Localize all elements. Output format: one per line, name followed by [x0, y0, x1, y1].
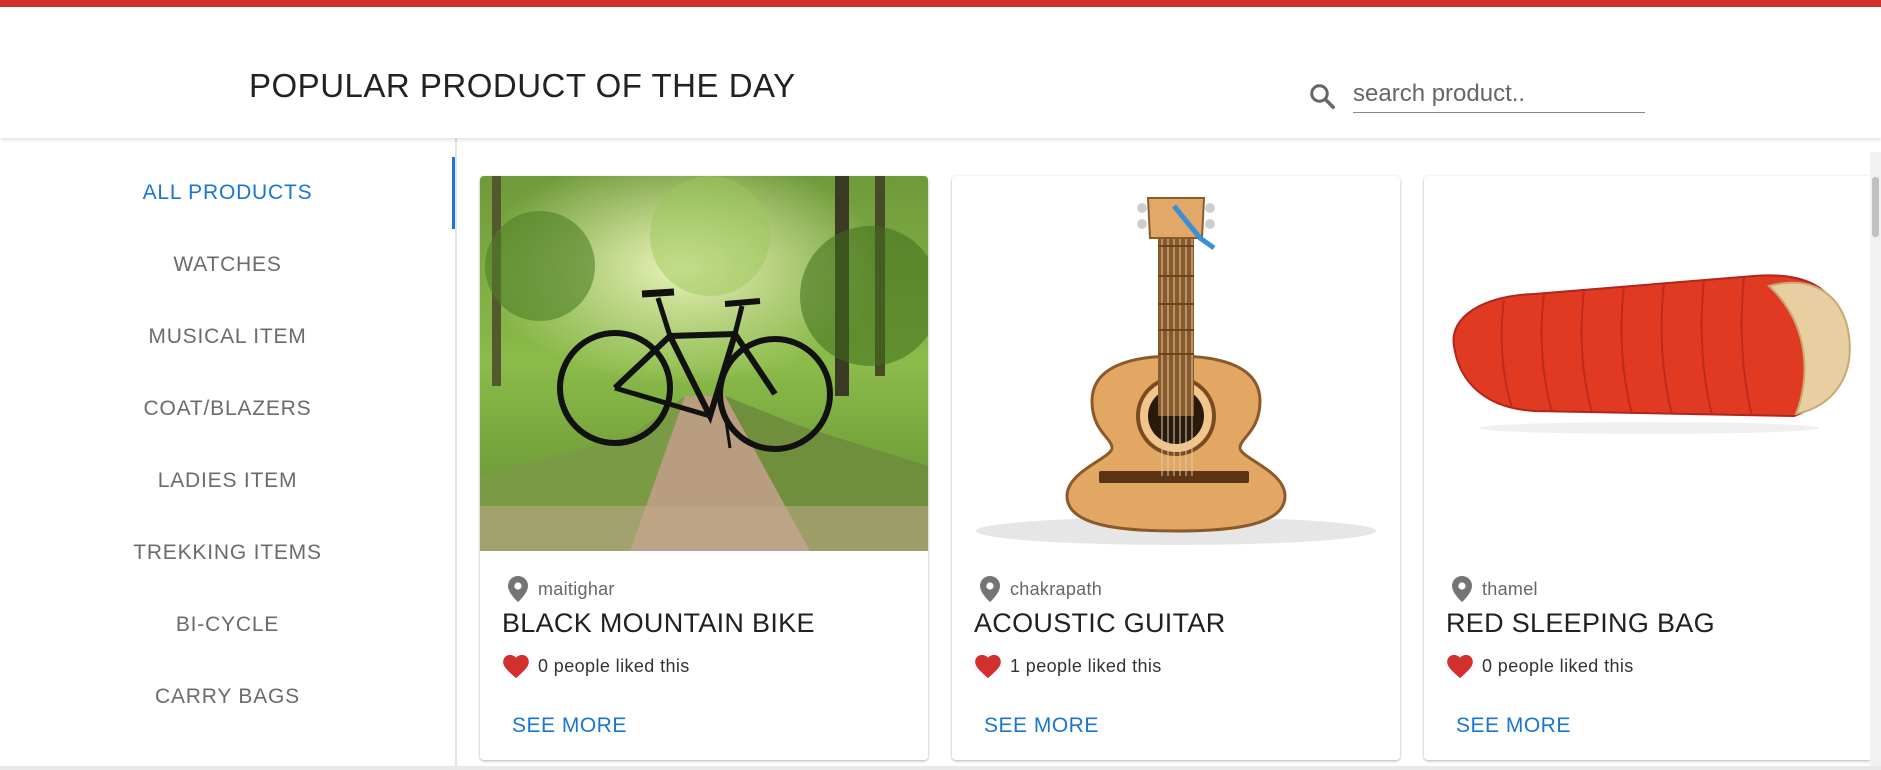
search-input[interactable]: [1353, 77, 1645, 113]
product-location: thamel: [1452, 576, 1538, 602]
product-image-bicycle[interactable]: [480, 176, 928, 551]
see-more-button[interactable]: SEE MORE: [1446, 706, 1581, 746]
product-card[interactable]: maitighar BLACK MOUNTAIN BIKE 0 people l…: [480, 176, 928, 760]
heart-icon[interactable]: [974, 653, 1002, 679]
location-pin-icon: [1452, 576, 1472, 602]
likes-row: 0 people liked this: [502, 653, 690, 679]
sidebar-item-watches[interactable]: WATCHES: [0, 229, 455, 301]
likes-count: 1 people liked this: [1010, 655, 1162, 676]
sidebar-item-bi-cycle[interactable]: BI-CYCLE: [0, 589, 455, 661]
location-pin-icon: [508, 576, 528, 602]
heart-icon[interactable]: [1446, 653, 1474, 679]
sleeping-bag-photo: [1424, 176, 1872, 551]
heart-icon[interactable]: [502, 653, 530, 679]
product-card[interactable]: thamel RED SLEEPING BAG 0 people liked t…: [1424, 176, 1872, 760]
sidebar-item-all-products[interactable]: ALL PRODUCTS: [0, 157, 455, 229]
location-label: thamel: [1482, 578, 1538, 599]
product-title: RED SLEEPING BAG: [1446, 608, 1715, 638]
sidebar-item-musical-item[interactable]: MUSICAL ITEM: [0, 301, 455, 373]
content-scrollbar[interactable]: [1870, 152, 1881, 770]
sidebar-item-carry-bags[interactable]: CARRY BAGS: [0, 661, 455, 733]
product-card[interactable]: chakrapath ACOUSTIC GUITAR 1 people like…: [952, 176, 1400, 760]
product-location: maitighar: [508, 576, 615, 602]
guitar-photo: [952, 176, 1400, 551]
sidebar-item-ladies-item[interactable]: LADIES ITEM: [0, 445, 455, 517]
sidebar-item-coat-blazers[interactable]: COAT/BLAZERS: [0, 373, 455, 445]
location-pin-icon: [980, 576, 1000, 602]
search-icon[interactable]: [1307, 81, 1337, 111]
product-image-sleeping-bag[interactable]: [1424, 176, 1872, 551]
product-title: BLACK MOUNTAIN BIKE: [502, 608, 815, 638]
product-location: chakrapath: [980, 576, 1102, 602]
bottom-divider: [0, 766, 1881, 770]
product-image-guitar[interactable]: [952, 176, 1400, 551]
product-grid: maitighar BLACK MOUNTAIN BIKE 0 people l…: [459, 138, 1881, 770]
bicycle-photo: [480, 176, 928, 551]
see-more-button[interactable]: SEE MORE: [974, 706, 1109, 746]
top-accent-bar: [0, 0, 1881, 7]
location-label: chakrapath: [1010, 578, 1103, 599]
likes-row: 0 people liked this: [1446, 653, 1634, 679]
page-title: POPULAR PRODUCT OF THE DAY: [249, 67, 796, 104]
likes-count: 0 people liked this: [538, 655, 690, 676]
header: POPULAR PRODUCT OF THE DAY: [0, 7, 1881, 138]
product-title: ACOUSTIC GUITAR: [974, 608, 1226, 638]
see-more-button[interactable]: SEE MORE: [502, 706, 637, 746]
scrollbar-thumb[interactable]: [1872, 177, 1879, 237]
likes-row: 1 people liked this: [974, 653, 1162, 679]
likes-count: 0 people liked this: [1482, 655, 1634, 676]
location-label: maitighar: [538, 578, 615, 599]
sidebar-item-trekking-items[interactable]: TREKKING ITEMS: [0, 517, 455, 589]
category-sidebar: ALL PRODUCTS WATCHES MUSICAL ITEM COAT/B…: [0, 138, 457, 770]
